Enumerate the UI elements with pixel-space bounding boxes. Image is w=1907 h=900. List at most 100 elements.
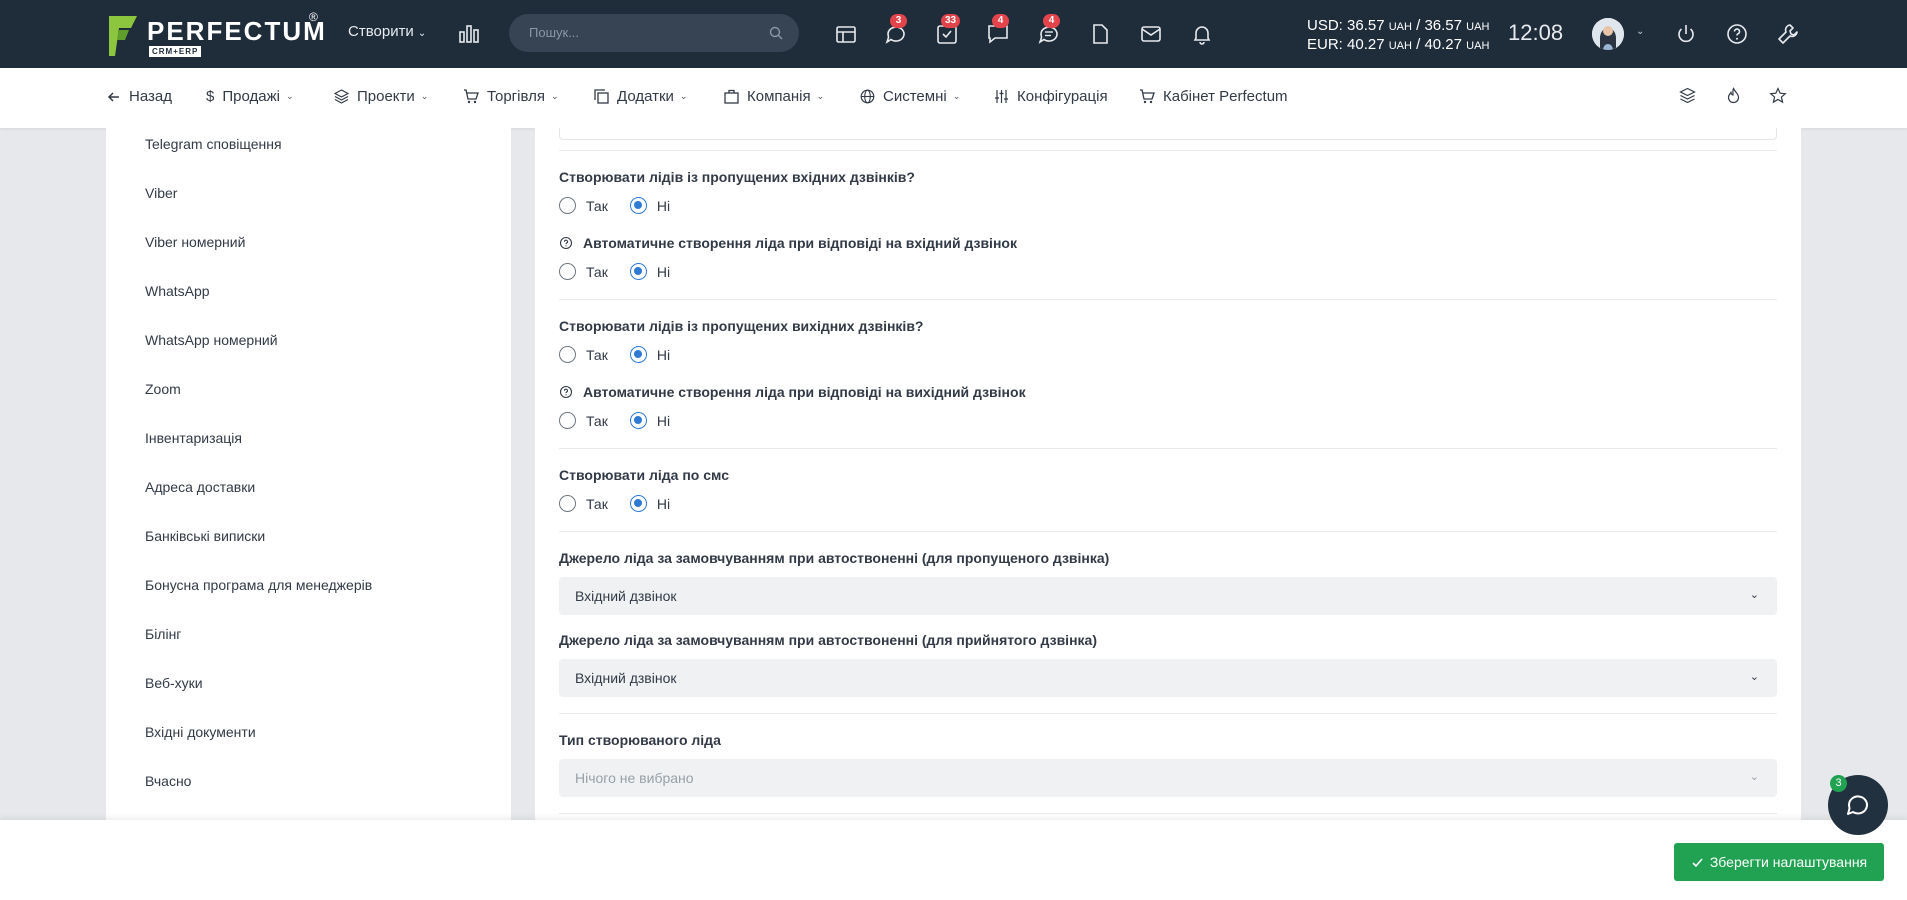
nav-sales[interactable]: $ Продажі ⌄	[206, 88, 294, 105]
nav-cabinet[interactable]: Кабінет Perfectum	[1139, 88, 1288, 105]
radio-no[interactable]	[629, 197, 647, 214]
sidebar-item-viber[interactable]: Viber	[145, 185, 177, 201]
sidebar-item-incoming-docs[interactable]: Вхідні документи	[145, 724, 256, 740]
layers-button[interactable]	[1679, 87, 1696, 107]
sidebar-item-webhooks[interactable]: Веб-хуки	[145, 675, 203, 691]
radio-no[interactable]	[629, 263, 647, 280]
sidebar-item-vchasno[interactable]: Вчасно	[145, 773, 191, 789]
nav-projects[interactable]: Проекти ⌄	[334, 88, 428, 105]
sms-lead-radio-group: Так Ні	[559, 495, 692, 512]
nav-back[interactable]: Назад	[107, 88, 172, 105]
create-menu-button[interactable]: Створити ⌄	[348, 23, 426, 40]
nav-company[interactable]: Компанія ⌄	[724, 88, 824, 105]
top-bar: PERFECTUM CRM+ERP ® Створити ⌄ Пошук... 3	[0, 0, 1907, 68]
reports-chart-button[interactable]	[458, 22, 480, 47]
nav-addons[interactable]: Додатки ⌄	[594, 88, 687, 105]
comments-button[interactable]: 4	[1037, 14, 1061, 46]
missed-call-source-label: Джерело ліда за замовчуванням при автост…	[559, 550, 1110, 566]
chat-badge: 3	[890, 14, 907, 28]
messages-button[interactable]: 4	[986, 14, 1010, 46]
help-circle-icon[interactable]	[559, 385, 573, 399]
radio-no-label: Ні	[656, 197, 671, 214]
nav-system[interactable]: Системні ⌄	[860, 88, 960, 105]
notifications-button[interactable]	[1190, 22, 1214, 46]
sms-lead-question: Створювати ліда по смс	[559, 467, 729, 483]
nav-cabinet-label: Кабінет Perfectum	[1163, 88, 1288, 105]
divider	[559, 448, 1777, 449]
radio-yes[interactable]	[559, 197, 576, 214]
hot-button[interactable]	[1725, 87, 1742, 107]
radio-no[interactable]	[629, 495, 647, 512]
answered-outgoing-question: Автоматичне створення ліда при відповіді…	[559, 384, 1026, 400]
currency-eur-tail: / 40.27	[1416, 36, 1462, 53]
radio-yes[interactable]	[559, 412, 576, 429]
help-button[interactable]	[1725, 22, 1749, 46]
divider	[559, 813, 1777, 814]
settings-button[interactable]	[1776, 22, 1800, 46]
sidebar-item-zoom[interactable]: Zoom	[145, 381, 181, 397]
currency-unit: UAH	[1466, 21, 1490, 33]
missed-call-source-select[interactable]: Вхідний дзвінок ⌄	[559, 577, 1777, 615]
nav-trade-label: Торгівля	[487, 88, 545, 105]
answered-incoming-question: Автоматичне створення ліда при відповіді…	[559, 235, 1017, 251]
sidebar-item-inventory[interactable]: Інвентаризація	[145, 430, 242, 446]
help-circle-icon	[1727, 24, 1747, 44]
sidebar-item-bonus-program[interactable]: Бонусна програма для менеджерів	[145, 577, 372, 593]
radio-yes-label: Так	[586, 197, 608, 214]
chat-support-icon	[1847, 795, 1868, 815]
calendar-button[interactable]	[834, 22, 858, 46]
sidebar-item-billing[interactable]: Білінг	[145, 626, 181, 642]
create-label: Створити	[348, 23, 414, 40]
radio-no[interactable]	[629, 346, 647, 363]
radio-yes-label: Так	[586, 346, 608, 363]
favorites-button[interactable]	[1769, 87, 1787, 107]
search-input[interactable]: Пошук...	[509, 14, 799, 52]
sidebar-item-delivery-address[interactable]: Адреса доставки	[145, 479, 255, 495]
radio-yes[interactable]	[559, 346, 576, 363]
mail-button[interactable]	[1139, 22, 1163, 46]
logo[interactable]: PERFECTUM CRM+ERP ®	[107, 10, 325, 58]
sidebar-item-viber-number[interactable]: Viber номерний	[145, 234, 245, 250]
save-settings-button[interactable]: Зберегти налаштування	[1674, 843, 1884, 881]
previous-field-input[interactable]	[559, 128, 1777, 140]
radio-yes[interactable]	[559, 495, 576, 512]
lead-type-select[interactable]: Нічого не вибрано ⌄	[559, 759, 1777, 797]
currency-eur: EUR: 40.27	[1307, 36, 1385, 53]
sidebar-item-whatsapp-number[interactable]: WhatsApp номерний	[145, 332, 278, 348]
tasks-button[interactable]: 33	[935, 14, 961, 46]
sidebar-item-telegram[interactable]: Telegram сповіщення	[145, 136, 282, 152]
copy-icon	[594, 89, 609, 104]
chat-button[interactable]: 3	[884, 14, 908, 46]
nav-trade[interactable]: Торгівля ⌄	[463, 88, 559, 105]
currency-usd-tail: / 36.57	[1416, 17, 1462, 34]
answered-call-source-select[interactable]: Вхідний дзвінок ⌄	[559, 659, 1777, 697]
radio-no[interactable]	[629, 412, 647, 429]
help-circle-icon[interactable]	[559, 236, 573, 250]
main-navigation: Назад $ Продажі ⌄ Проекти ⌄ Торгівля ⌄ Дода…	[0, 68, 1907, 128]
radio-yes[interactable]	[559, 263, 576, 280]
chevron-down-icon[interactable]: ⌄	[1636, 26, 1644, 37]
currency-unit: UAH	[1388, 21, 1412, 33]
currency-usd-row: USD: 36.57 UAH / 36.57 UAH	[1307, 17, 1489, 36]
search-icon[interactable]	[769, 26, 783, 40]
chevron-down-icon: ⌄	[550, 91, 559, 101]
logo-mark-icon	[109, 16, 137, 56]
nav-company-label: Компанія	[747, 88, 811, 105]
avatar[interactable]	[1592, 18, 1624, 50]
bar-chart-icon	[459, 25, 479, 43]
radio-no-label: Ні	[656, 495, 671, 512]
missed-outgoing-radio-group: Так Ні	[559, 346, 692, 363]
sidebar-item-whatsapp[interactable]: WhatsApp	[145, 283, 210, 299]
nav-config[interactable]: Конфігурація	[994, 88, 1108, 105]
radio-no-label: Ні	[656, 346, 671, 363]
bell-icon	[1193, 26, 1211, 45]
sidebar-item-bank-statements[interactable]: Банківські виписки	[145, 528, 265, 544]
calendar-icon	[836, 26, 856, 43]
documents-button[interactable]	[1088, 22, 1112, 46]
briefcase-icon	[724, 89, 739, 104]
globe-icon	[860, 89, 875, 104]
logout-button[interactable]	[1674, 22, 1698, 46]
file-icon	[1093, 24, 1108, 44]
wrench-icon	[1778, 24, 1798, 44]
arrow-left-icon	[107, 91, 119, 102]
